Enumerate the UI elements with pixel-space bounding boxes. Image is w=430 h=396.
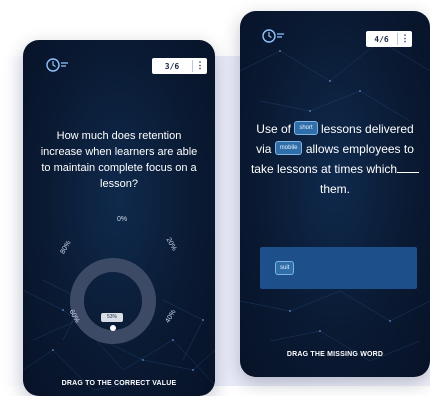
gauge-handle: [110, 325, 116, 331]
instruction-footer: DRAG THE MISSING WORD: [286, 351, 384, 358]
clock-menu-icon[interactable]: [262, 28, 290, 44]
sentence-part-1: Use of: [256, 122, 291, 136]
instruction-footer: DRAG TO THE CORRECT VALUE: [61, 380, 177, 387]
current-value-badge: 53%: [101, 313, 123, 322]
placed-word-chip[interactable]: mobile: [274, 140, 303, 155]
kebab-menu-icon[interactable]: ⋮: [398, 34, 412, 44]
progress-counter: 4/6: [374, 34, 389, 44]
placed-word-chip[interactable]: short: [294, 120, 318, 135]
draggable-word-chip[interactable]: suit: [275, 261, 295, 275]
question-counter: 4/6 ⋮: [366, 31, 412, 47]
missing-word-slot[interactable]: [397, 162, 420, 173]
fill-in-sentence: Use of short lessons delivered via mobil…: [250, 119, 420, 199]
gauge-label-0: 0%: [117, 216, 128, 223]
quiz-card-missing-word: 4/6 ⋮ Use of short lessons delivered via…: [240, 11, 430, 377]
quiz-card-retention: 3/6 ⋮ How much does retention increase w…: [23, 40, 215, 396]
word-bank: suit: [260, 247, 417, 289]
sentence-part-4: them.: [319, 182, 350, 196]
